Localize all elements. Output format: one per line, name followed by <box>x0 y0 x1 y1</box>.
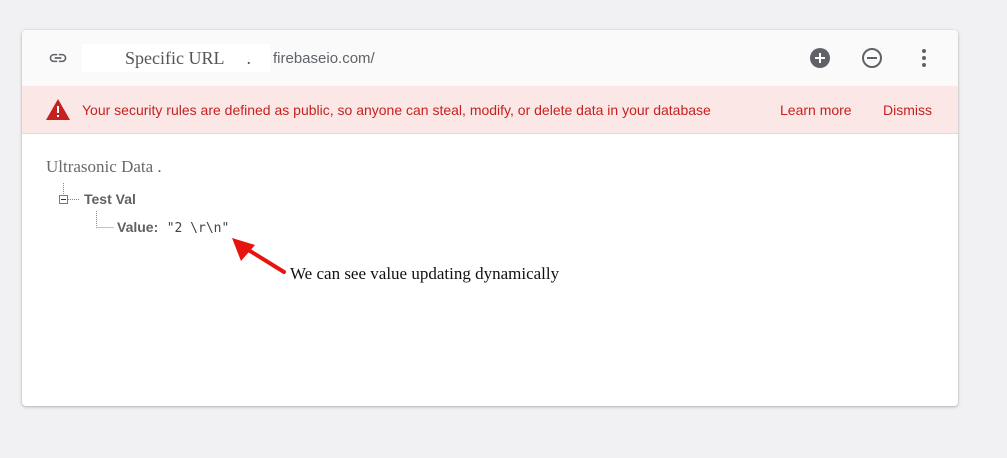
database-card: Specific URL. firebaseio.com/ Your secur… <box>22 30 958 406</box>
child-key: Value: <box>117 219 159 235</box>
remove-circle-icon[interactable] <box>860 46 884 70</box>
more-vert-icon[interactable] <box>912 46 936 70</box>
child-value[interactable]: "2 \r\n" <box>167 221 230 236</box>
url-separator: . <box>246 48 251 68</box>
url-domain[interactable]: firebaseio.com/ <box>273 50 375 67</box>
collapse-toggle-icon[interactable] <box>59 195 68 204</box>
red-arrow-icon <box>232 238 286 274</box>
url-bar: Specific URL. firebaseio.com/ <box>22 30 958 87</box>
url-specific-text: Specific URL <box>125 48 225 68</box>
learn-more-link[interactable]: Learn more <box>780 102 852 118</box>
warning-message: Your security rules are defined as publi… <box>82 102 711 118</box>
tree-child-row[interactable]: Value: "2 \r\n" <box>117 219 229 237</box>
dismiss-button[interactable]: Dismiss <box>883 102 932 118</box>
tree-node-key[interactable]: Test Val <box>84 191 136 207</box>
tree-root-label[interactable]: Ultrasonic Data . <box>46 157 162 177</box>
link-icon <box>49 53 67 63</box>
add-circle-icon[interactable] <box>808 46 832 70</box>
warning-icon <box>46 99 70 120</box>
url-label[interactable]: Specific URL. <box>125 48 251 69</box>
annotation-text: We can see value updating dynamically <box>290 264 560 283</box>
security-warning-banner: Your security rules are defined as publi… <box>22 86 958 134</box>
